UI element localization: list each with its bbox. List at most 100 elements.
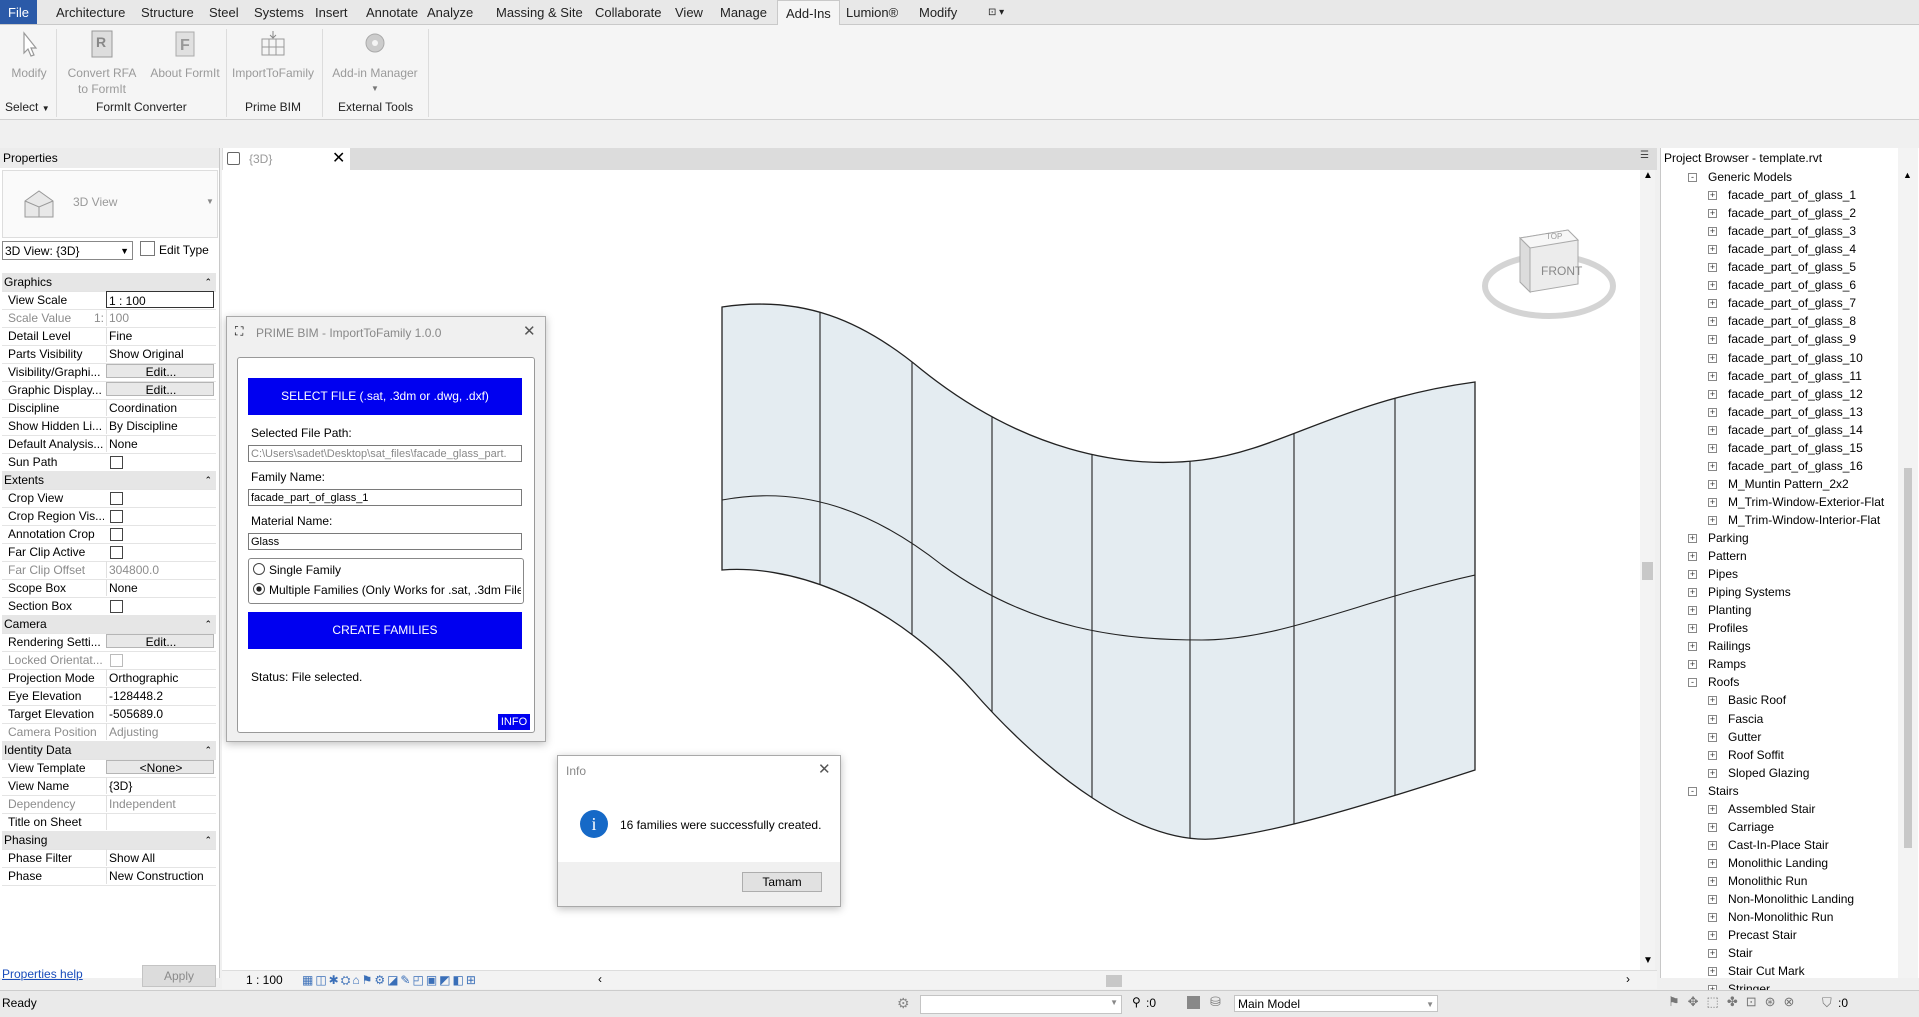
property-section[interactable]: Identity Data ⌃ (2, 741, 216, 759)
tab-view[interactable]: View (675, 0, 703, 24)
property-row[interactable]: Crop Region Vis... (2, 507, 216, 525)
vertical-scrollbar[interactable]: ▲ ▼ (1640, 170, 1655, 970)
browser-category[interactable]: Piping Systems (1708, 584, 1791, 600)
expand-icon[interactable]: + (1708, 408, 1717, 417)
expand-icon[interactable]: + (1708, 191, 1717, 200)
browser-family-item[interactable]: Fascia (1728, 711, 1763, 727)
property-edit-button[interactable]: Edit... (106, 634, 214, 648)
worksets-icon[interactable]: ⚙ (897, 995, 910, 1012)
filter-icon[interactable]: ⚲ (1132, 995, 1141, 1009)
browser-family-item[interactable]: Basic Roof (1728, 692, 1786, 708)
expand-icon[interactable]: + (1708, 715, 1717, 724)
property-row[interactable]: Discipline Coordination (2, 399, 216, 417)
property-value[interactable]: -128448.2 (106, 687, 214, 704)
family-name-input[interactable]: facade_part_of_glass_1 (248, 489, 522, 506)
expand-icon[interactable]: + (1708, 372, 1717, 381)
browser-family-item[interactable]: facade_part_of_glass_12 (1728, 386, 1863, 402)
tab-file[interactable]: File (0, 0, 37, 24)
tab-collaborate[interactable]: Collaborate (595, 0, 662, 24)
expand-icon[interactable]: + (1688, 570, 1697, 579)
expand-icon[interactable]: + (1708, 245, 1717, 254)
property-value[interactable]: None (106, 579, 214, 596)
tab-steel[interactable]: Steel (209, 0, 239, 24)
expand-icon[interactable]: + (1708, 859, 1717, 868)
expand-icon[interactable]: + (1708, 317, 1717, 326)
property-value[interactable]: Fine (106, 327, 214, 344)
property-row[interactable]: Dependency Independent (2, 795, 216, 813)
property-value[interactable]: Orthographic (106, 669, 214, 686)
property-row[interactable]: Annotation Crop (2, 525, 216, 543)
property-row[interactable]: Crop View (2, 489, 216, 507)
scroll-left-icon[interactable]: ‹ (598, 972, 602, 986)
tab-overflow-icon[interactable]: ⊡ ▾ (988, 0, 1004, 24)
collapse-icon[interactable]: - (1688, 173, 1697, 182)
browser-family-item[interactable]: facade_part_of_glass_5 (1728, 259, 1856, 275)
property-row[interactable]: Eye Elevation -128448.2 (2, 687, 216, 705)
browser-family-item[interactable]: Precast Stair (1728, 927, 1797, 943)
addin-manager-button[interactable]: Add-in Manager ▼ (326, 29, 424, 97)
browser-family-item[interactable]: facade_part_of_glass_6 (1728, 277, 1856, 293)
expand-icon[interactable]: + (1688, 660, 1697, 669)
collapse-chevron-icon[interactable]: ⌃ (204, 831, 212, 849)
close-tab-icon[interactable]: ✕ (332, 148, 345, 168)
collapse-icon[interactable]: - (1688, 678, 1697, 687)
property-section[interactable]: Extents ⌃ (2, 471, 216, 489)
browser-category[interactable]: Planting (1708, 602, 1751, 618)
expand-icon[interactable]: + (1708, 913, 1717, 922)
property-checkbox[interactable] (110, 546, 123, 559)
property-row[interactable]: Scope Box None (2, 579, 216, 597)
browser-family-item[interactable]: facade_part_of_glass_1 (1728, 187, 1856, 203)
property-edit-button[interactable]: Edit... (106, 364, 214, 378)
property-row[interactable]: Show Hidden Li... By Discipline (2, 417, 216, 435)
expand-icon[interactable]: + (1708, 805, 1717, 814)
browser-family-item[interactable]: facade_part_of_glass_9 (1728, 331, 1856, 347)
collapse-chevron-icon[interactable]: ⌃ (204, 741, 212, 759)
property-row[interactable]: Far Clip Active (2, 543, 216, 561)
browser-category[interactable]: Profiles (1708, 620, 1748, 636)
tab-structure[interactable]: Structure (141, 0, 194, 24)
browser-family-item[interactable]: facade_part_of_glass_14 (1728, 422, 1863, 438)
expand-icon[interactable]: + (1708, 751, 1717, 760)
browser-family-item[interactable]: Non-Monolithic Run (1728, 909, 1833, 925)
browser-category[interactable]: Parking (1708, 530, 1749, 546)
apply-button[interactable]: Apply (142, 965, 216, 987)
expand-icon[interactable]: + (1708, 281, 1717, 290)
browser-family-item[interactable]: facade_part_of_glass_7 (1728, 295, 1856, 311)
property-row[interactable]: Visibility/Graphi... Edit... (2, 363, 216, 381)
type-selector[interactable]: 3D View ▼ (2, 170, 218, 238)
property-checkbox[interactable] (110, 510, 123, 523)
collapse-icon[interactable]: - (1688, 787, 1697, 796)
property-row[interactable]: Phase New Construction (2, 867, 216, 885)
property-value[interactable]: Coordination (106, 399, 214, 416)
property-row[interactable]: View Template <None> (2, 759, 216, 777)
import-to-family-button[interactable]: ImportToFamily (228, 29, 318, 81)
tab-insert[interactable]: Insert (315, 0, 348, 24)
browser-family-item[interactable]: facade_part_of_glass_3 (1728, 223, 1856, 239)
property-row[interactable]: Parts Visibility Show Original (2, 345, 216, 363)
view-instance-selector[interactable]: 3D View: {3D} ▼ (2, 241, 133, 260)
browser-family-item[interactable]: facade_part_of_glass_15 (1728, 440, 1863, 456)
property-row[interactable]: Projection Mode Orthographic (2, 669, 216, 687)
tab-lumion[interactable]: Lumion® (846, 0, 898, 24)
browser-family-item[interactable]: Stair Cut Mark (1728, 963, 1805, 979)
vertical-scroll-thumb[interactable] (1642, 562, 1653, 580)
radio-multiple-families[interactable]: Multiple Families (Only Works for .sat, … (253, 583, 521, 597)
browser-family-item[interactable]: M_Trim-Window-Interior-Flat (1728, 512, 1880, 528)
expand-icon[interactable]: + (1708, 227, 1717, 236)
tab-modify[interactable]: Modify (919, 0, 957, 24)
property-value[interactable]: By Discipline (106, 417, 214, 434)
browser-category[interactable]: Ramps (1708, 656, 1746, 672)
expand-icon[interactable]: + (1708, 967, 1717, 976)
close-icon[interactable]: ✕ (818, 760, 831, 778)
property-row[interactable]: Phase Filter Show All (2, 849, 216, 867)
tab-analyze[interactable]: Analyze (427, 0, 473, 24)
expand-icon[interactable]: + (1708, 823, 1717, 832)
browser-category[interactable]: Roofs (1708, 674, 1739, 690)
browser-category[interactable]: Stairs (1708, 783, 1739, 799)
expand-icon[interactable]: + (1688, 534, 1697, 543)
property-row[interactable]: Sun Path (2, 453, 216, 471)
property-checkbox[interactable] (110, 600, 123, 613)
property-row[interactable]: Section Box (2, 597, 216, 615)
browser-family-item[interactable]: Stair (1728, 945, 1753, 961)
tab-architecture[interactable]: Architecture (56, 0, 125, 24)
